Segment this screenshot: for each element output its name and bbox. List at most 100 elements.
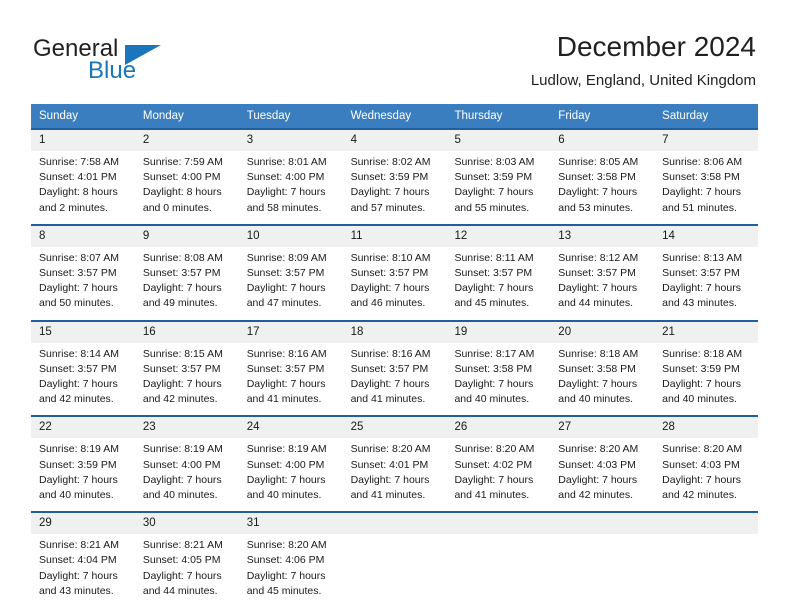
daylight-text-line1: Daylight: 7 hours <box>39 378 118 391</box>
sunset-text: Sunset: 4:06 PM <box>246 554 325 567</box>
daylight-text-line2: and 2 minutes. <box>39 201 108 214</box>
sunset-text: Sunset: 3:57 PM <box>246 267 325 280</box>
week-date-strip: 22 23 24 25 26 27 28 <box>31 417 759 439</box>
week-date-strip: 15 16 17 18 19 20 21 <box>31 321 759 343</box>
day-number[interactable]: 8 <box>31 225 135 247</box>
daylight-text-line2: and 47 minutes. <box>246 297 322 310</box>
daylight-text-line2: and 0 minutes. <box>142 201 212 214</box>
day-number[interactable]: 11 <box>343 225 447 247</box>
daylight-text-line1: Daylight: 7 hours <box>662 282 741 295</box>
sunrise-text: Sunrise: 8:11 AM <box>454 251 534 264</box>
day-number[interactable]: 17 <box>239 321 343 343</box>
sunset-text: Sunset: 3:57 PM <box>662 267 740 280</box>
daylight-text-line1: Daylight: 7 hours <box>350 378 430 391</box>
sunset-text: Sunset: 4:02 PM <box>454 458 533 471</box>
week-detail-strip: Sunrise: 8:14 AM Sunset: 3:57 PM Dayligh… <box>31 342 758 416</box>
week-date-strip: 1 2 3 4 5 6 7 <box>31 130 759 151</box>
daylight-text-line1: Daylight: 7 hours <box>246 569 326 582</box>
day-number[interactable]: 19 <box>446 321 551 343</box>
sunrise-text: Sunrise: 8:19 AM <box>39 443 119 456</box>
day-number[interactable]: 4 <box>343 130 447 151</box>
day-details: Sunrise: 8:19 AM Sunset: 4:00 PM Dayligh… <box>239 438 343 511</box>
day-number[interactable]: 16 <box>135 321 239 343</box>
day-number[interactable]: 14 <box>654 225 759 247</box>
day-details: Sunrise: 8:15 AM Sunset: 3:57 PM Dayligh… <box>135 343 239 416</box>
day-number[interactable]: 25 <box>343 417 447 439</box>
sunrise-text: Sunrise: 8:19 AM <box>246 443 327 456</box>
week-detail-strip: Sunrise: 8:21 AM Sunset: 4:04 PM Dayligh… <box>31 534 758 608</box>
daylight-text-line1: Daylight: 7 hours <box>39 473 118 486</box>
daylight-text-line1: Daylight: 7 hours <box>142 378 222 391</box>
daylight-text-line2: and 42 minutes. <box>662 489 737 502</box>
day-number[interactable]: 22 <box>31 417 135 439</box>
daylight-text-line1: Daylight: 7 hours <box>39 282 118 295</box>
day-number[interactable]: 27 <box>550 417 655 439</box>
day-details: Sunrise: 8:14 AM Sunset: 3:57 PM Dayligh… <box>31 343 135 416</box>
day-number[interactable]: 24 <box>239 417 343 439</box>
day-details: Sunrise: 8:06 AM Sunset: 3:58 PM Dayligh… <box>654 151 758 224</box>
day-number[interactable]: 5 <box>446 130 551 151</box>
page-title: December 2024 <box>556 31 756 62</box>
sunset-text: Sunset: 3:59 PM <box>662 362 740 375</box>
daylight-text-line2: and 55 minutes. <box>454 201 530 214</box>
sunrise-text: Sunrise: 8:16 AM <box>246 347 327 360</box>
sunset-text: Sunset: 3:57 PM <box>142 267 221 280</box>
day-number[interactable]: 10 <box>239 225 343 247</box>
day-number[interactable]: 3 <box>239 130 343 151</box>
general-blue-logo[interactable]: General Blue <box>33 36 253 92</box>
sunrise-text: Sunrise: 8:08 AM <box>142 251 223 264</box>
calendar-grid: Sunday Monday Tuesday Wednesday Thursday… <box>31 104 759 608</box>
day-number-empty <box>654 513 759 535</box>
sunrise-text: Sunrise: 8:03 AM <box>454 156 535 168</box>
daylight-text-line1: Daylight: 7 hours <box>142 473 222 486</box>
day-number[interactable]: 2 <box>135 130 239 151</box>
sunrise-text: Sunrise: 8:18 AM <box>662 347 743 360</box>
day-number[interactable]: 29 <box>31 513 135 535</box>
daylight-text-line1: Daylight: 7 hours <box>246 282 326 295</box>
day-number[interactable]: 13 <box>550 225 655 247</box>
day-number[interactable]: 23 <box>135 417 239 439</box>
daylight-text-line2: and 45 minutes. <box>454 297 530 310</box>
sunrise-text: Sunrise: 8:18 AM <box>558 347 639 360</box>
day-number[interactable]: 26 <box>446 417 551 439</box>
daylight-text-line1: Daylight: 7 hours <box>350 473 430 486</box>
day-number-empty <box>550 513 655 535</box>
calendar-week-row: 29 30 31 Sunrise: 8:21 AM Sunset: 4:04 P… <box>31 511 759 608</box>
daylight-text-line2: and 41 minutes. <box>454 489 530 502</box>
daylight-text-line2: and 49 minutes. <box>142 297 218 310</box>
day-number[interactable]: 21 <box>654 321 759 343</box>
sunset-text: Sunset: 4:03 PM <box>558 458 636 471</box>
day-number[interactable]: 30 <box>135 513 239 535</box>
day-number[interactable]: 7 <box>654 130 759 151</box>
sunrise-text: Sunrise: 8:17 AM <box>454 347 535 360</box>
day-number[interactable]: 12 <box>446 225 551 247</box>
daylight-text-line1: Daylight: 7 hours <box>246 186 326 199</box>
daylight-text-line2: and 42 minutes. <box>558 489 634 502</box>
daylight-text-line1: Daylight: 7 hours <box>39 569 118 582</box>
sunrise-text: Sunrise: 8:13 AM <box>662 251 743 264</box>
sunset-text: Sunset: 3:57 PM <box>39 362 117 375</box>
day-details: Sunrise: 8:20 AM Sunset: 4:06 PM Dayligh… <box>239 534 343 607</box>
sunrise-text: Sunrise: 8:12 AM <box>558 251 639 264</box>
weekday-header-tuesday: Tuesday <box>246 110 291 122</box>
sunrise-text: Sunrise: 8:20 AM <box>350 443 431 456</box>
sunset-text: Sunset: 3:59 PM <box>39 458 117 471</box>
day-details: Sunrise: 8:01 AM Sunset: 4:00 PM Dayligh… <box>239 151 343 224</box>
day-number[interactable]: 1 <box>31 130 135 151</box>
day-number[interactable]: 18 <box>343 321 447 343</box>
day-number[interactable]: 31 <box>239 513 343 535</box>
day-number[interactable]: 28 <box>654 417 759 439</box>
daylight-text-line2: and 46 minutes. <box>350 297 426 310</box>
day-number[interactable]: 6 <box>550 130 655 151</box>
day-number[interactable]: 9 <box>135 225 239 247</box>
day-number[interactable]: 15 <box>31 321 135 343</box>
day-number[interactable]: 20 <box>550 321 655 343</box>
daylight-text-line1: Daylight: 7 hours <box>558 282 638 295</box>
daylight-text-line2: and 50 minutes. <box>39 297 114 310</box>
daylight-text-line2: and 53 minutes. <box>558 201 634 214</box>
week-date-strip: 29 30 31 <box>31 513 759 535</box>
daylight-text-line1: Daylight: 7 hours <box>350 282 430 295</box>
sunrise-text: Sunrise: 8:01 AM <box>246 156 327 168</box>
sunrise-text: Sunrise: 8:06 AM <box>662 156 743 168</box>
sunrise-text: Sunrise: 8:20 AM <box>246 539 327 552</box>
